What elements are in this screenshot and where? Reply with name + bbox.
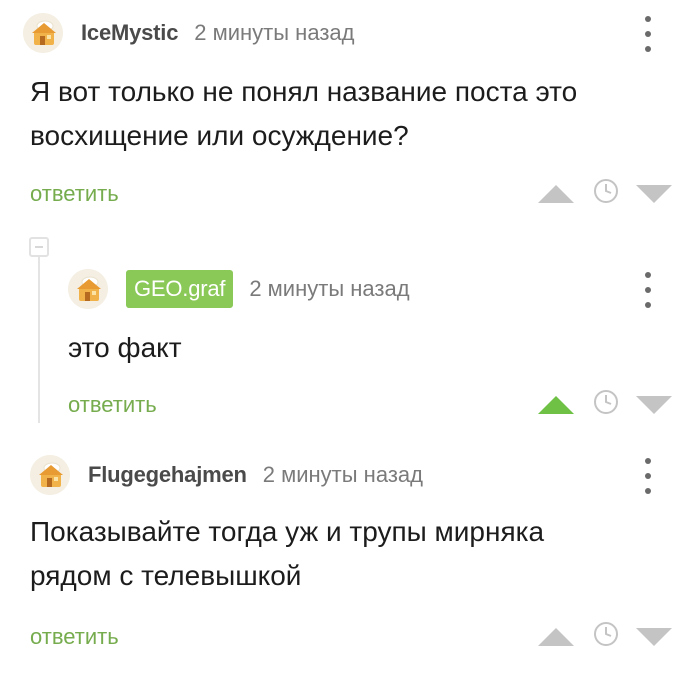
default-avatar-icon: [68, 269, 108, 309]
triangle-down-icon[interactable]: [636, 392, 672, 416]
clock-icon[interactable]: [592, 620, 620, 648]
triangle-up-icon[interactable]: [538, 181, 574, 205]
avatar[interactable]: [23, 13, 63, 53]
avatar[interactable]: [30, 455, 70, 495]
timestamp[interactable]: 2 минуты назад: [249, 276, 409, 302]
default-avatar-icon: [23, 13, 63, 53]
clock-icon[interactable]: [592, 177, 620, 205]
username[interactable]: IceMystic: [81, 20, 178, 46]
username[interactable]: GEO.graf: [126, 270, 234, 308]
comment-header: GEO.graf 2 минуты назад: [68, 269, 410, 309]
reply-button[interactable]: ответить: [30, 624, 119, 650]
timestamp[interactable]: 2 минуты назад: [194, 20, 354, 46]
comment-text: это факт: [68, 332, 182, 363]
timestamp[interactable]: 2 минуты назад: [263, 462, 423, 488]
comment-text: Показывайте тогда уж и трупы мирняка ряд…: [30, 516, 545, 591]
triangle-down-icon[interactable]: [636, 181, 672, 205]
comment-header: Flugegehajmen 2 минуты назад: [30, 455, 423, 495]
comment-reply: GEO.graf 2 минуты назад это факт ответит…: [0, 230, 700, 430]
vote-controls: [538, 388, 672, 416]
triangle-up-icon[interactable]: [538, 624, 574, 648]
comment: Flugegehajmen 2 минуты назад Показывайте…: [0, 446, 700, 677]
username[interactable]: Flugegehajmen: [88, 462, 247, 488]
more-vertical-icon[interactable]: [638, 16, 658, 52]
comment: IceMystic 2 минуты назад Я вот только не…: [0, 0, 700, 226]
default-avatar-icon: [30, 455, 70, 495]
triangle-up-icon[interactable]: [538, 392, 574, 416]
reply-button[interactable]: ответить: [30, 181, 119, 207]
vote-controls: [538, 620, 672, 648]
clock-icon[interactable]: [592, 388, 620, 416]
reply-button[interactable]: ответить: [68, 392, 157, 418]
avatar[interactable]: [68, 269, 108, 309]
more-vertical-icon[interactable]: [638, 458, 658, 494]
vote-controls: [538, 177, 672, 205]
comment-header: IceMystic 2 минуты назад: [23, 13, 354, 53]
triangle-down-icon[interactable]: [636, 624, 672, 648]
comment-text: Я вот только не понял название поста это…: [30, 76, 578, 151]
more-vertical-icon[interactable]: [638, 272, 658, 308]
